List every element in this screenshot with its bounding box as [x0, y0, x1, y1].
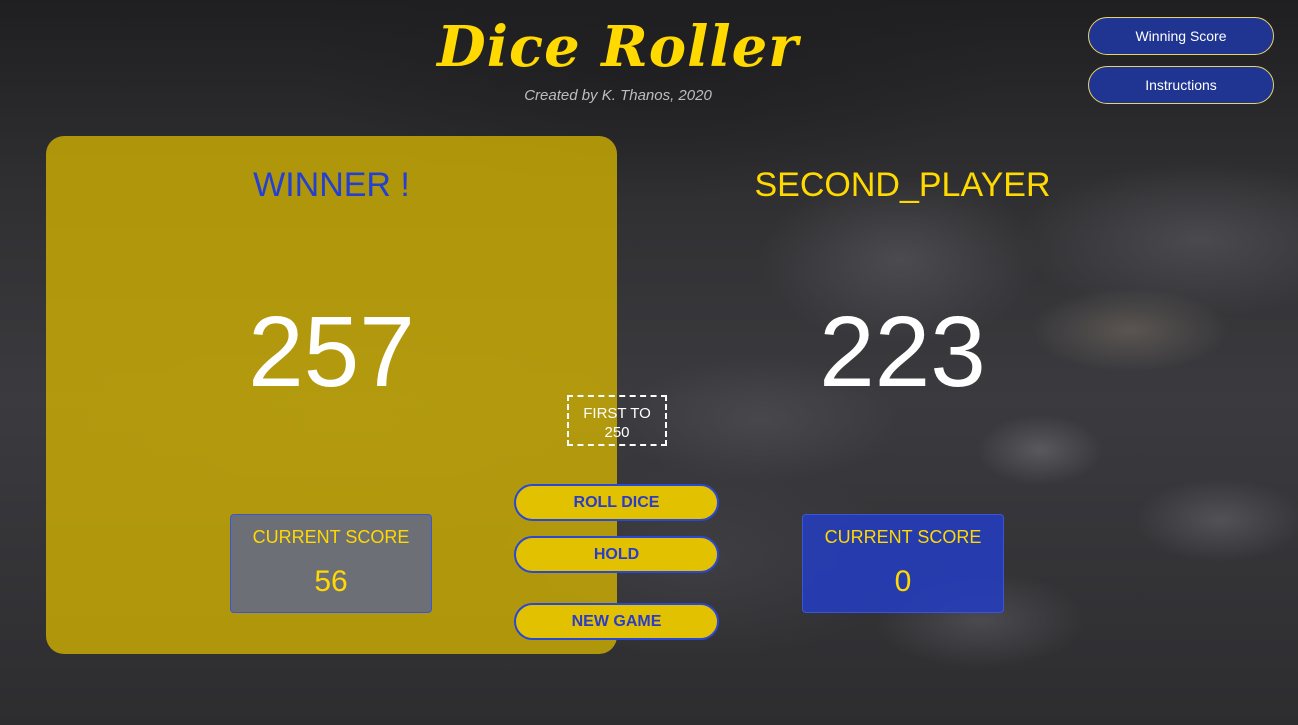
goal-label: FIRST TO	[583, 405, 651, 422]
winning-goal-badge: FIRST TO 250	[567, 395, 667, 446]
player2-name: SECOND_PLAYER	[754, 166, 1051, 204]
new-game-button[interactable]: NEW GAME	[514, 603, 719, 640]
player1-current-score-box: CURRENT SCORE 56	[230, 514, 432, 613]
player1-total-score: 257	[248, 296, 415, 408]
instructions-button[interactable]: Instructions	[1088, 66, 1274, 104]
hold-button[interactable]: HOLD	[514, 536, 719, 573]
player2-current-score-box: CURRENT SCORE 0	[802, 514, 1004, 613]
app-subtitle: Created by K. Thanos, 2020	[524, 87, 712, 104]
app-title: Dice Roller	[437, 14, 799, 80]
player1-name: WINNER !	[253, 166, 410, 204]
player1-current-value: 56	[314, 565, 348, 598]
player2-total-score: 223	[819, 296, 986, 408]
player1-current-label: CURRENT SCORE	[252, 527, 410, 547]
player2-current-value: 0	[894, 565, 912, 598]
roll-dice-button[interactable]: ROLL DICE	[514, 484, 719, 521]
winning-score-button[interactable]: Winning Score	[1088, 17, 1274, 55]
goal-value: 250	[604, 424, 630, 441]
player2-current-label: CURRENT SCORE	[824, 527, 982, 547]
